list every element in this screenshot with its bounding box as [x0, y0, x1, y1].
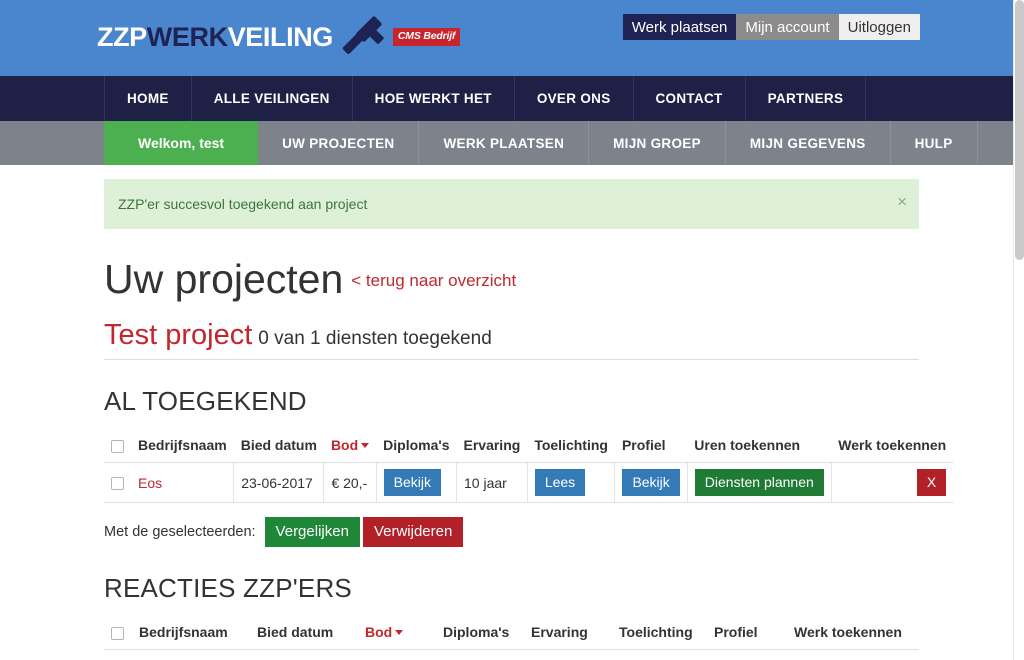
subnav-item-welkom[interactable]: Welkom, test	[104, 121, 259, 165]
header-actions: Werk plaatsen Mijn account Uitloggen	[622, 14, 920, 40]
alert-message: ZZP'er succesvol toegekend aan project	[118, 196, 368, 212]
cell-ervaring: 10 jaar	[456, 462, 528, 504]
header-bod[interactable]: Bod	[323, 431, 377, 464]
project-subtitle: 0 van 1 diensten toegekend	[258, 328, 492, 350]
header-toelichting[interactable]: Toelichting	[527, 431, 615, 464]
cms-bedrijf-badge: CMS Bedrijf	[392, 28, 461, 46]
cell-werk-toekennen: X	[831, 462, 954, 504]
reactions-table-head: Bedrijfsnaam Bied datum Bod Diploma's Er…	[104, 618, 919, 651]
chevron-down-icon	[361, 443, 370, 449]
subnav-item-werk-plaatsen[interactable]: WERK PLAATSEN	[419, 121, 590, 165]
table-header-row: Bedrijfsnaam Bied datum Bod Diploma's Er…	[104, 618, 919, 651]
header-uren-toekennen[interactable]: Uren toekennen	[687, 431, 832, 464]
back-to-overview-link[interactable]: < terug naar overzicht	[351, 271, 516, 290]
subnav-item-uw-projecten[interactable]: UW PROJECTEN	[258, 121, 420, 165]
mijn-account-button[interactable]: Mijn account	[736, 14, 839, 40]
top-header-bar: ZZPWERKVEILING CMS Bedrijf Werk plaatsen…	[0, 0, 1024, 76]
diplomas-bekijk-button[interactable]: Bekijk	[383, 469, 442, 497]
project-name: Test project	[104, 319, 253, 352]
verwijderen-button-assigned[interactable]: Verwijderen	[362, 517, 464, 548]
page-title: Uw projecten	[104, 256, 344, 302]
assigned-table: Bedrijfsnaam Bied datum Bod Diploma's Er…	[104, 431, 954, 504]
header-bied-datum[interactable]: Bied datum	[233, 431, 324, 464]
site-logo[interactable]: ZZPWERKVEILING CMS Bedrijf	[97, 14, 461, 60]
page-title-row: Uw projecten < terug naar overzicht	[104, 229, 919, 302]
bulk-label-assigned: Met de geselecteerden:	[104, 524, 256, 541]
werk-plaatsen-button[interactable]: Werk plaatsen	[622, 14, 737, 40]
cell-profiel: Bekijk	[614, 462, 688, 504]
section-heading-assigned: AL TOEGEKEND	[104, 386, 307, 417]
cell-bedrijfsnaam: Eos	[131, 462, 235, 504]
logo-part-veiling: VEILING	[227, 21, 334, 52]
nav-item-partners[interactable]: PARTNERS	[746, 76, 867, 121]
bedrijfsnaam-link[interactable]: Eos	[138, 475, 162, 491]
header-ervaring-reactions[interactable]: Ervaring	[524, 618, 612, 651]
remove-assignment-button[interactable]: X	[916, 469, 947, 497]
cell-bied-datum: 23-06-2017	[233, 462, 325, 504]
nav-item-over-ons[interactable]: OVER ONS	[515, 76, 634, 121]
scrollbar-thumb[interactable]	[1015, 0, 1024, 260]
nav-item-contact[interactable]: CONTACT	[634, 76, 746, 121]
header-ervaring[interactable]: Ervaring	[456, 431, 528, 464]
cell-bod: € 20,-	[323, 462, 377, 504]
header-bedrijfsnaam[interactable]: Bedrijfsnaam	[131, 431, 234, 464]
page-root: ZZPWERKVEILING CMS Bedrijf Werk plaatsen…	[0, 0, 1024, 660]
logo-wordmark: ZZPWERKVEILING	[97, 21, 334, 52]
assigned-table-head: Bedrijfsnaam Bied datum Bod Diploma's Er…	[104, 431, 954, 464]
header-werk-toekennen-reactions[interactable]: Werk toekennen	[787, 618, 919, 651]
header-diplomas[interactable]: Diploma's	[376, 431, 457, 464]
nav-item-alle-veilingen[interactable]: ALLE VEILINGEN	[192, 76, 353, 121]
close-icon[interactable]: ×	[897, 192, 907, 212]
header-bod-reactions[interactable]: Bod	[358, 618, 436, 651]
table-row: Eos 23-06-2017 € 20,- Bekijk 10 jaar Lee…	[104, 462, 954, 504]
assigned-bulk-actions: Met de geselecteerden: Vergelijken Verwi…	[104, 517, 919, 548]
header-toelichting-reactions[interactable]: Toelichting	[612, 618, 707, 651]
row-checkbox[interactable]	[111, 477, 124, 491]
row-select-cell	[104, 462, 131, 504]
profiel-bekijk-button[interactable]: Bekijk	[622, 469, 680, 497]
page-scrollbar[interactable]	[1013, 0, 1024, 660]
section-heading-reactions: REACTIES ZZP'ERS	[104, 573, 352, 604]
assigned-table-body: Eos 23-06-2017 € 20,- Bekijk 10 jaar Lee…	[104, 462, 954, 504]
header-werk-toekennen[interactable]: Werk toekennen	[831, 431, 954, 464]
select-all-checkbox[interactable]	[111, 439, 124, 453]
header-diplomas-reactions[interactable]: Diploma's	[436, 618, 524, 651]
subnav-item-hulp[interactable]: HULP	[891, 121, 978, 165]
logo-part-werk: WERK	[146, 21, 228, 52]
subnav-item-mijn-gegevens[interactable]: MIJN GEGEVENS	[726, 121, 891, 165]
header-profiel-reactions[interactable]: Profiel	[707, 618, 787, 651]
account-navigation: Welkom, test UW PROJECTEN WERK PLAATSEN …	[0, 121, 1024, 165]
nav-item-hoe-werkt-het[interactable]: HOE WERKT HET	[353, 76, 515, 121]
select-all-checkbox-reactions[interactable]	[111, 626, 124, 640]
chevron-down-icon	[395, 630, 404, 636]
nav-item-home[interactable]: HOME	[104, 76, 192, 121]
gavel-icon	[339, 14, 391, 60]
select-all-header-reactions	[104, 618, 132, 651]
project-header: Test project 0 van 1 diensten toegekend	[104, 319, 919, 361]
cell-uren-toekennen: Diensten plannen	[687, 462, 832, 504]
subnav-item-mijn-groep[interactable]: MIJN GROEP	[589, 121, 726, 165]
header-bod-label: Bod	[330, 437, 359, 454]
vergelijken-button-assigned[interactable]: Vergelijken	[264, 517, 360, 548]
success-alert: ZZP'er succesvol toegekend aan project ×	[104, 179, 919, 229]
main-content: ZZP'er succesvol toegekend aan project ×…	[0, 179, 1024, 660]
uitloggen-button[interactable]: Uitloggen	[838, 14, 920, 40]
diensten-plannen-button[interactable]: Diensten plannen	[694, 469, 824, 497]
main-navigation: HOME ALLE VEILINGEN HOE WERKT HET OVER O…	[0, 76, 1024, 121]
reactions-table: Bedrijfsnaam Bied datum Bod Diploma's Er…	[104, 618, 919, 651]
header-profiel[interactable]: Profiel	[614, 431, 688, 464]
header-bedrijfsnaam-reactions[interactable]: Bedrijfsnaam	[132, 618, 250, 651]
cell-diplomas: Bekijk	[376, 462, 458, 504]
select-all-header	[104, 431, 131, 464]
logo-part-zzp: ZZP	[97, 21, 147, 52]
toelichting-lees-button[interactable]: Lees	[534, 469, 586, 497]
table-header-row: Bedrijfsnaam Bied datum Bod Diploma's Er…	[104, 431, 954, 464]
cell-toelichting: Lees	[527, 462, 616, 504]
header-bod-label-reactions: Bod	[365, 624, 393, 641]
header-bied-datum-reactions[interactable]: Bied datum	[250, 618, 358, 651]
